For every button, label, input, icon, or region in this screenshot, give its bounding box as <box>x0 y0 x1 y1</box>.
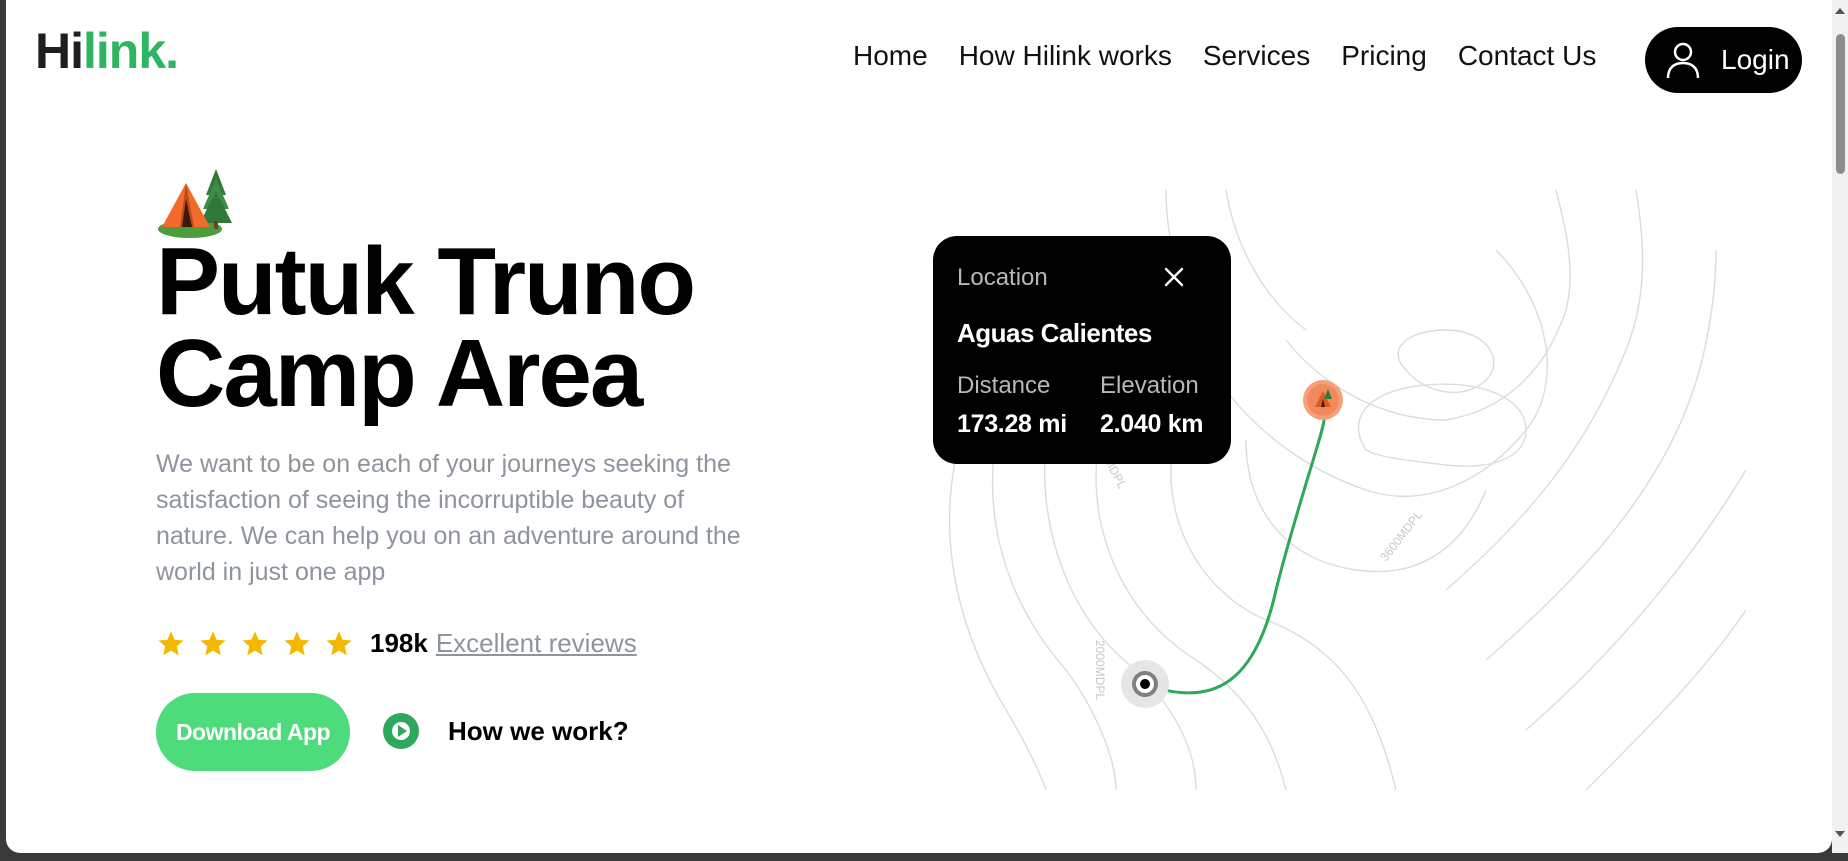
star-icon <box>158 631 184 655</box>
rating: 198k Excellent reviews <box>156 628 637 659</box>
logo-hi: Hi <box>35 23 84 79</box>
distance-label: Distance <box>957 372 1051 399</box>
distance-stat: Distance 173.28 mi <box>957 372 1067 439</box>
location-card: Location Aguas Calientes Distance 173.28… <box>933 236 1231 464</box>
how-we-work-button[interactable]: How we work? <box>382 712 629 750</box>
star-icon <box>284 631 310 655</box>
nav-home[interactable]: Home <box>853 40 928 72</box>
hero-title-line1: Putuk Truno <box>156 228 696 335</box>
nav-services[interactable]: Services <box>1203 40 1310 72</box>
download-app-button[interactable]: Download App <box>156 693 350 771</box>
logo-link: link. <box>83 23 179 79</box>
scroll-down-icon[interactable] <box>1835 831 1845 837</box>
start-marker-icon[interactable] <box>1119 658 1171 710</box>
logo[interactable]: Hilink. <box>35 22 179 80</box>
elevation-value: 2.040 km <box>1100 410 1204 438</box>
how-we-work-label: How we work? <box>448 715 629 746</box>
location-label: Location <box>957 264 1048 291</box>
nav-pricing[interactable]: Pricing <box>1341 40 1427 72</box>
nav-how-hilink-works[interactable]: How Hilink works <box>959 40 1172 72</box>
reviews-link[interactable]: Excellent reviews <box>436 628 637 659</box>
hero-title-line2: Camp Area <box>156 320 643 427</box>
contour-label-2000: 2000MDPL <box>1093 640 1107 700</box>
user-icon <box>1666 42 1700 79</box>
location-name: Aguas Calientes <box>957 318 1152 348</box>
distance-value: 173.28 mi <box>957 410 1067 438</box>
rating-count: 198k <box>370 628 428 658</box>
elevation-label: Elevation <box>1100 372 1199 399</box>
login-label: Login <box>1721 44 1790 75</box>
star-icon <box>242 631 268 655</box>
scrollbar[interactable] <box>1832 0 1848 853</box>
star-icon <box>326 631 352 655</box>
nav-contact-us[interactable]: Contact Us <box>1458 40 1597 72</box>
close-icon[interactable] <box>1161 264 1187 290</box>
contour-label-3600: 3600MDPL <box>1377 508 1425 564</box>
page-frame: Hilink. Home How Hilink works Services P… <box>6 0 1832 853</box>
hero-title: Putuk Truno Camp Area <box>156 234 856 422</box>
scroll-thumb[interactable] <box>1836 34 1845 174</box>
login-button[interactable]: Login <box>1645 27 1802 93</box>
location-pin-icon[interactable] <box>1302 379 1344 421</box>
play-icon <box>383 713 419 749</box>
scroll-up-icon[interactable] <box>1835 8 1845 14</box>
hero-description: We want to be on each of your journeys s… <box>156 450 741 586</box>
star-icon <box>200 631 226 655</box>
elevation-stat: Elevation 2.040 km <box>1100 372 1204 439</box>
main-nav: Home How Hilink works Services Pricing C… <box>853 40 1627 72</box>
